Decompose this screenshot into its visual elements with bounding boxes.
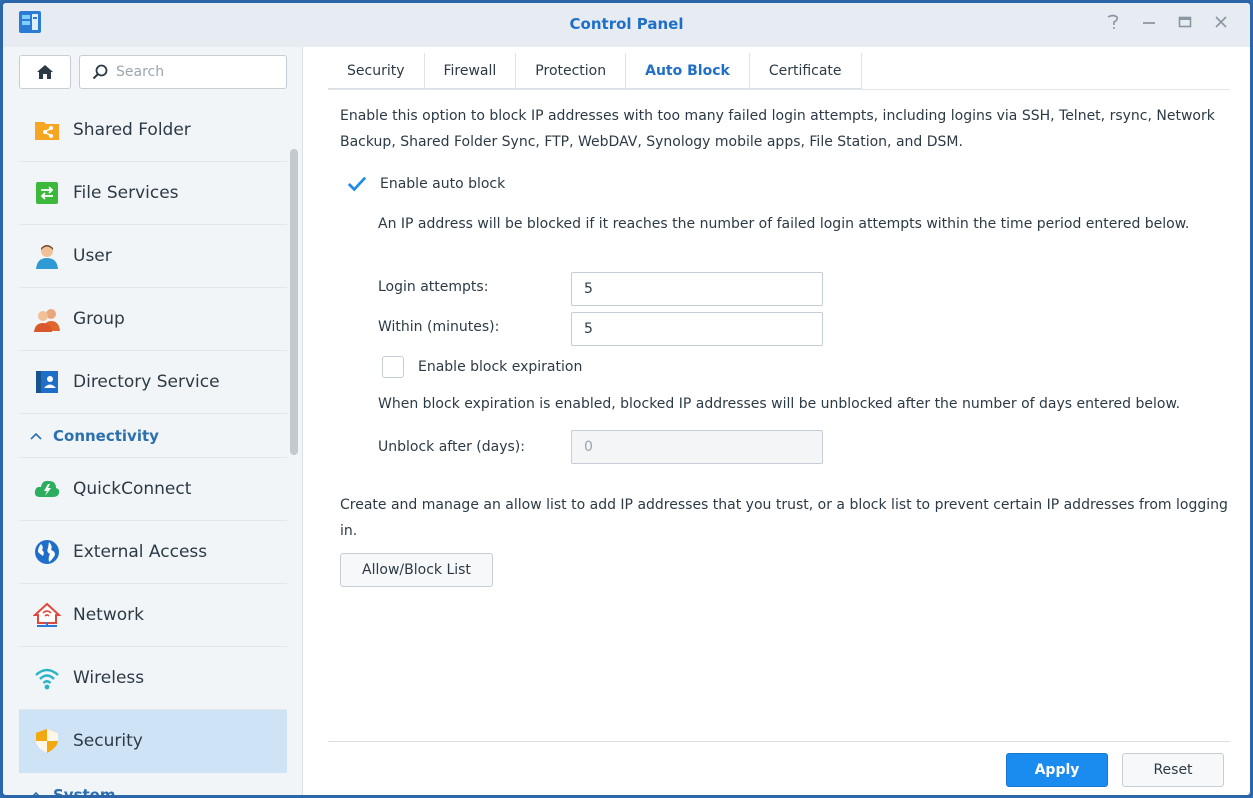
quickconnect-icon [34,480,60,497]
enable-auto-block-label: Enable auto block [380,176,506,192]
sidebar-item-security[interactable]: Security [19,710,287,773]
sidebar-item-label: Wireless [73,668,145,688]
sidebar-item-label: Shared Folder [73,120,191,140]
sidebar-item-external-access[interactable]: External Access [19,521,287,584]
apply-button[interactable]: Apply [1006,753,1108,787]
file-services-icon [36,182,58,204]
shared-folder-icon [35,122,59,140]
within-minutes-label: Within (minutes): [378,319,500,335]
within-minutes-field[interactable] [571,312,823,346]
sidebar-item-group[interactable]: Group [19,288,287,351]
search-box[interactable] [79,55,287,89]
section-label: System [53,785,116,798]
enable-block-expiration-checkbox[interactable] [382,356,404,378]
sidebar-item-label: File Services [73,183,179,203]
tab-auto-block[interactable]: Auto Block [626,53,750,89]
sidebar-item-label: Security [73,731,143,751]
minimize-icon[interactable] [1140,13,1158,31]
allow-block-description: Create and manage an allow list to add I… [340,497,1228,539]
sidebar-scrollbar[interactable] [290,149,298,455]
sidebar-section-system[interactable]: System [19,773,287,798]
sidebar-item-directory-service[interactable]: Directory Service [19,351,287,414]
home-icon [37,65,53,79]
home-button[interactable] [19,55,71,89]
expiration-description: When block expiration is enabled, blocke… [378,396,1181,412]
enable-auto-block-checkbox[interactable] [346,173,368,195]
group-icon [34,309,60,332]
sidebar-item-label: Directory Service [73,372,220,392]
wireless-icon [35,668,59,690]
checkmark-icon [347,176,367,192]
footer-divider [328,741,1230,742]
reset-button[interactable]: Reset [1122,753,1224,787]
user-icon [36,245,58,269]
unblock-after-field[interactable] [571,430,823,464]
auto-block-panel: Enable this option to block IP addresses… [340,103,1235,155]
network-icon [33,602,61,627]
tab-protection[interactable]: Protection [516,53,627,89]
sidebar-nav: Shared Folder File Services User Group D… [19,99,287,795]
title-bar[interactable]: Control Panel [3,3,1250,47]
enable-auto-block-row: Enable auto block [346,173,505,195]
tab-bar: Security Firewall Protection Auto Block … [328,53,862,89]
section-label: Connectivity [53,426,159,445]
tab-divider [328,89,1230,90]
tab-firewall[interactable]: Firewall [425,53,517,89]
sidebar-item-wireless[interactable]: Wireless [19,647,287,710]
sidebar-item-file-services[interactable]: File Services [19,162,287,225]
sidebar-item-quickconnect[interactable]: QuickConnect [19,458,287,521]
unblock-after-label: Unblock after (days): [378,439,525,455]
allow-block-list-button[interactable]: Allow/Block List [340,553,493,587]
tab-security[interactable]: Security [328,53,425,89]
window-title: Control Panel [569,15,684,33]
tab-certificate[interactable]: Certificate [750,53,862,89]
search-icon [92,64,108,80]
sidebar-section-connectivity[interactable]: Connectivity [19,414,287,458]
control-panel-window: Control Panel Search Shared Folder File … [0,0,1253,798]
login-attempts-label: Login attempts: [378,279,489,295]
chevron-up-icon [30,432,42,440]
enable-block-expiration-row: Enable block expiration [382,356,582,378]
sidebar-item-label: Network [73,605,144,625]
directory-service-icon [36,371,58,393]
external-access-icon [35,540,59,564]
maximize-icon[interactable] [1176,13,1194,31]
sidebar-item-user[interactable]: User [19,225,287,288]
security-shield-icon [36,729,58,753]
enable-block-expiration-label: Enable block expiration [418,359,583,375]
chevron-up-icon [32,791,40,795]
close-icon[interactable] [1212,13,1230,31]
sidebar-item-shared-folder[interactable]: Shared Folder [19,99,287,162]
search-input[interactable] [116,64,266,80]
login-attempts-field[interactable] [571,272,823,306]
help-icon[interactable] [1104,13,1122,31]
intro-text: Enable this option to block IP addresses… [340,108,1215,150]
sidebar-item-label: User [73,246,112,266]
auto-block-description: An IP address will be blocked if it reac… [378,216,1190,232]
sidebar-item-label: External Access [73,542,208,562]
sidebar-item-network[interactable]: Network [19,584,287,647]
sidebar-item-label: Group [73,309,125,329]
sidebar-item-label: QuickConnect [73,479,192,499]
sidebar: Shared Folder File Services User [3,47,303,795]
